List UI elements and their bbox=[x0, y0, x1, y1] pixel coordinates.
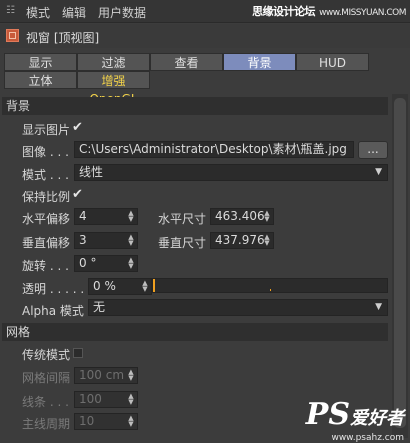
rotate-field[interactable]: 0 ° ▲ ▼ bbox=[74, 255, 138, 272]
transparency-value: 0 % bbox=[93, 279, 116, 293]
v-size-value: 437.976 bbox=[215, 233, 265, 247]
spinner-icon[interactable]: ▲ ▼ bbox=[142, 280, 148, 293]
viewport-icon bbox=[6, 29, 19, 42]
spinner-icon[interactable]: ▲ ▼ bbox=[128, 415, 134, 428]
image-label: 图像 . . . . bbox=[22, 145, 77, 159]
rotate-value: 0 ° bbox=[79, 256, 97, 270]
ps-logo-url: www.psahz.com bbox=[331, 433, 404, 443]
mode-label: 模式 . . . . bbox=[22, 168, 77, 182]
show-picture-label: 显示图片 bbox=[22, 123, 71, 137]
slider-midpoint-tick bbox=[270, 289, 271, 291]
browse-button[interactable]: ... bbox=[358, 141, 388, 159]
slider-handle[interactable] bbox=[153, 279, 155, 292]
v-offset-value: 3 bbox=[79, 233, 87, 247]
show-picture-checkbox[interactable]: ✔ bbox=[72, 121, 83, 134]
tab-hud[interactable]: HUD bbox=[296, 53, 369, 71]
h-size-value: 463.406 bbox=[215, 209, 265, 223]
grid-spacing-field[interactable]: 100 cm ▲ ▼ bbox=[74, 367, 138, 384]
spinner-icon[interactable]: ▲ ▼ bbox=[264, 210, 270, 223]
transparency-label: 透明 . . . . . bbox=[22, 282, 85, 296]
lines-value: 100 bbox=[79, 392, 102, 406]
scrollbar-thumb[interactable] bbox=[394, 98, 406, 428]
v-size-label: 垂直尺寸 bbox=[158, 236, 207, 250]
spinner-icon[interactable]: ▲ ▼ bbox=[128, 234, 134, 247]
lines-label: 线条 . . . bbox=[22, 395, 69, 409]
watermark: 思缘设计论坛 www.MISSYUAN.COM bbox=[252, 3, 406, 19]
ps-logo: PS爱好者 www.psahz.com bbox=[305, 397, 404, 443]
h-size-field[interactable]: 463.406 ▲ ▼ bbox=[210, 208, 274, 225]
ps-logo-mark: PS bbox=[305, 397, 350, 432]
major-lines-label: 主线周期 bbox=[22, 417, 71, 431]
ps-logo-text: 爱好者 bbox=[350, 408, 404, 429]
alpha-mode-label: Alpha 模式 bbox=[22, 304, 84, 318]
keep-ratio-checkbox[interactable]: ✔ bbox=[72, 188, 83, 201]
alpha-mode-value: 无 bbox=[93, 300, 106, 314]
v-offset-label: 垂直偏移 bbox=[22, 236, 71, 250]
menu-edit[interactable]: 编辑 bbox=[62, 4, 86, 21]
spinner-icon[interactable]: ▲ ▼ bbox=[128, 393, 134, 406]
spinner-icon[interactable]: ▲ ▼ bbox=[128, 257, 134, 270]
transparency-field[interactable]: 0 % ▲ ▼ bbox=[88, 278, 152, 295]
spinner-icon[interactable]: ▲ ▼ bbox=[128, 369, 134, 382]
tab-stereo[interactable]: 立体 bbox=[4, 71, 77, 89]
v-size-field[interactable]: 437.976 ▲ ▼ bbox=[210, 232, 274, 249]
section-header-grid[interactable]: 网格 bbox=[2, 323, 388, 341]
mode-value: 线性 bbox=[79, 165, 104, 179]
grid-spacing-label: 网格间隔 bbox=[22, 371, 71, 385]
section-header-background[interactable]: 背景 bbox=[2, 97, 388, 115]
menu-mode[interactable]: 模式 bbox=[26, 4, 50, 21]
major-lines-value: 10 bbox=[79, 414, 95, 428]
tab-display[interactable]: 显示 bbox=[4, 53, 77, 71]
image-path-field[interactable]: C:\Users\Administrator\Desktop\素材\瓶盖.jpg bbox=[74, 141, 354, 158]
mode-dropdown[interactable]: 线性 ▼ bbox=[74, 164, 388, 181]
spinner-icon[interactable]: ▲ ▼ bbox=[264, 234, 270, 247]
h-size-label: 水平尺寸 bbox=[158, 212, 207, 226]
menubar: ☷ 模式 编辑 用户数据 思缘设计论坛 www.MISSYUAN.COM bbox=[0, 0, 410, 23]
lines-field[interactable]: 100 ▲ ▼ bbox=[74, 391, 138, 408]
classic-mode-label: 传统模式 bbox=[22, 348, 71, 362]
keep-ratio-label: 保持比例 bbox=[22, 190, 71, 204]
h-offset-field[interactable]: 4 ▲ ▼ bbox=[74, 208, 138, 225]
h-offset-value: 4 bbox=[79, 209, 87, 223]
tab-enhanced-opengl[interactable]: 增强OpenGL bbox=[77, 71, 150, 106]
chevron-down-icon: ▼ bbox=[375, 302, 382, 312]
watermark-url: www.MISSYUAN.COM bbox=[319, 8, 406, 18]
grid-spacing-value: 100 cm bbox=[79, 368, 125, 382]
tab-filter[interactable]: 过滤 bbox=[77, 53, 150, 71]
menu-grip-icon[interactable]: ☷ bbox=[6, 6, 16, 16]
spinner-icon[interactable]: ▲ ▼ bbox=[128, 210, 134, 223]
v-offset-field[interactable]: 3 ▲ ▼ bbox=[74, 232, 138, 249]
h-offset-label: 水平偏移 bbox=[22, 212, 71, 226]
page-title: 视窗 [顶视图] bbox=[26, 31, 100, 45]
menu-userdata[interactable]: 用户数据 bbox=[98, 4, 146, 21]
rotate-label: 旋转 . . . . bbox=[22, 259, 77, 273]
tab-view[interactable]: 查看 bbox=[150, 53, 223, 71]
alpha-mode-dropdown[interactable]: 无 ▼ bbox=[88, 299, 388, 316]
tab-background[interactable]: 背景 bbox=[223, 53, 296, 71]
chevron-down-icon: ▼ bbox=[375, 167, 382, 177]
classic-mode-checkbox[interactable] bbox=[73, 348, 83, 358]
watermark-text: 思缘设计论坛 bbox=[252, 5, 316, 18]
major-lines-field[interactable]: 10 ▲ ▼ bbox=[74, 413, 138, 430]
